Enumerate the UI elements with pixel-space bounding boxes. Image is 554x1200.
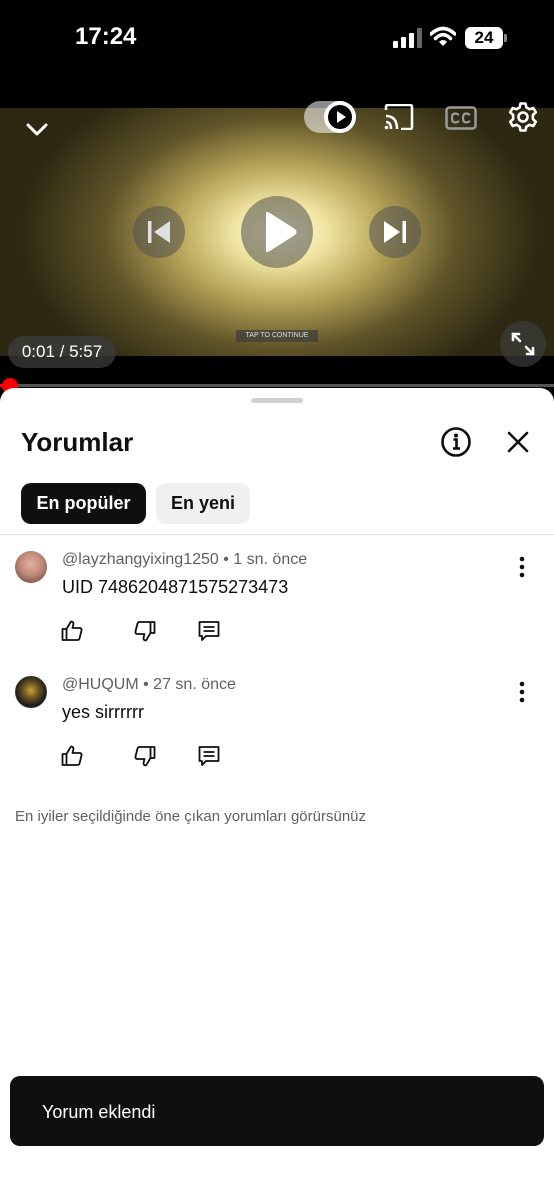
fullscreen-button[interactable] — [500, 321, 546, 367]
toast-snackbar: Yorum eklendi — [10, 1076, 544, 1146]
status-time: 17:24 — [75, 23, 137, 50]
drag-handle[interactable] — [251, 398, 303, 403]
tab-top-comments[interactable]: En popüler — [21, 483, 146, 524]
progress-track[interactable] — [0, 384, 554, 387]
battery-tip — [504, 34, 507, 42]
fullscreen-icon — [511, 332, 535, 356]
dislike-icon[interactable] — [133, 744, 157, 768]
play-button[interactable] — [241, 196, 313, 268]
cast-icon[interactable] — [384, 104, 414, 130]
reply-icon[interactable] — [197, 744, 221, 768]
comment-text: yes sirrrrrr — [62, 702, 144, 722]
toast-message: Yorum eklendi — [42, 1102, 156, 1122]
more-vert-icon[interactable] — [512, 680, 532, 704]
comment-item: @layzhangyixing1250 • 1 sn. önce UID 748… — [0, 551, 554, 671]
more-vert-icon[interactable] — [512, 555, 532, 579]
autoplay-toggle[interactable] — [304, 101, 356, 133]
avatar[interactable] — [15, 676, 47, 708]
dislike-icon[interactable] — [133, 619, 157, 643]
battery-icon: 24 — [465, 27, 507, 49]
reply-icon[interactable] — [197, 619, 221, 643]
battery-level: 24 — [465, 27, 503, 49]
like-icon[interactable] — [60, 744, 84, 768]
close-icon[interactable] — [505, 429, 531, 455]
previous-icon — [148, 221, 170, 243]
previous-button[interactable] — [133, 206, 185, 258]
comment-item: @HUQUM • 27 sn. önce yes sirrrrrr — [0, 676, 554, 796]
next-button[interactable] — [369, 206, 421, 258]
chevron-down-icon[interactable] — [22, 114, 52, 144]
top-comments-note: En iyiler seçildiğinde öne çıkan yorumla… — [15, 808, 367, 825]
status-bar: 17:24 24 — [0, 0, 554, 108]
settings-icon[interactable] — [507, 101, 539, 133]
time-display: 0:01 / 5:57 — [8, 336, 116, 368]
tap-to-continue-label: TAP TO CONTINUE — [236, 330, 318, 342]
like-icon[interactable] — [60, 619, 84, 643]
play-icon — [266, 212, 297, 252]
wifi-icon — [430, 26, 456, 46]
comment-meta[interactable]: @HUQUM • 27 sn. önce — [62, 676, 236, 694]
autoplay-knob — [324, 101, 356, 133]
comment-meta[interactable]: @layzhangyixing1250 • 1 sn. önce — [62, 551, 307, 569]
play-icon — [328, 105, 352, 129]
tab-newest[interactable]: En yeni — [156, 483, 250, 524]
avatar[interactable] — [15, 551, 47, 583]
cc-icon[interactable] — [445, 106, 477, 130]
divider — [0, 534, 554, 535]
next-icon — [384, 221, 406, 243]
comment-text: UID 7486204871575273473 — [62, 577, 289, 597]
signal-icon — [393, 28, 422, 48]
page-title: Yorumlar — [21, 427, 134, 457]
info-icon[interactable] — [440, 426, 472, 458]
